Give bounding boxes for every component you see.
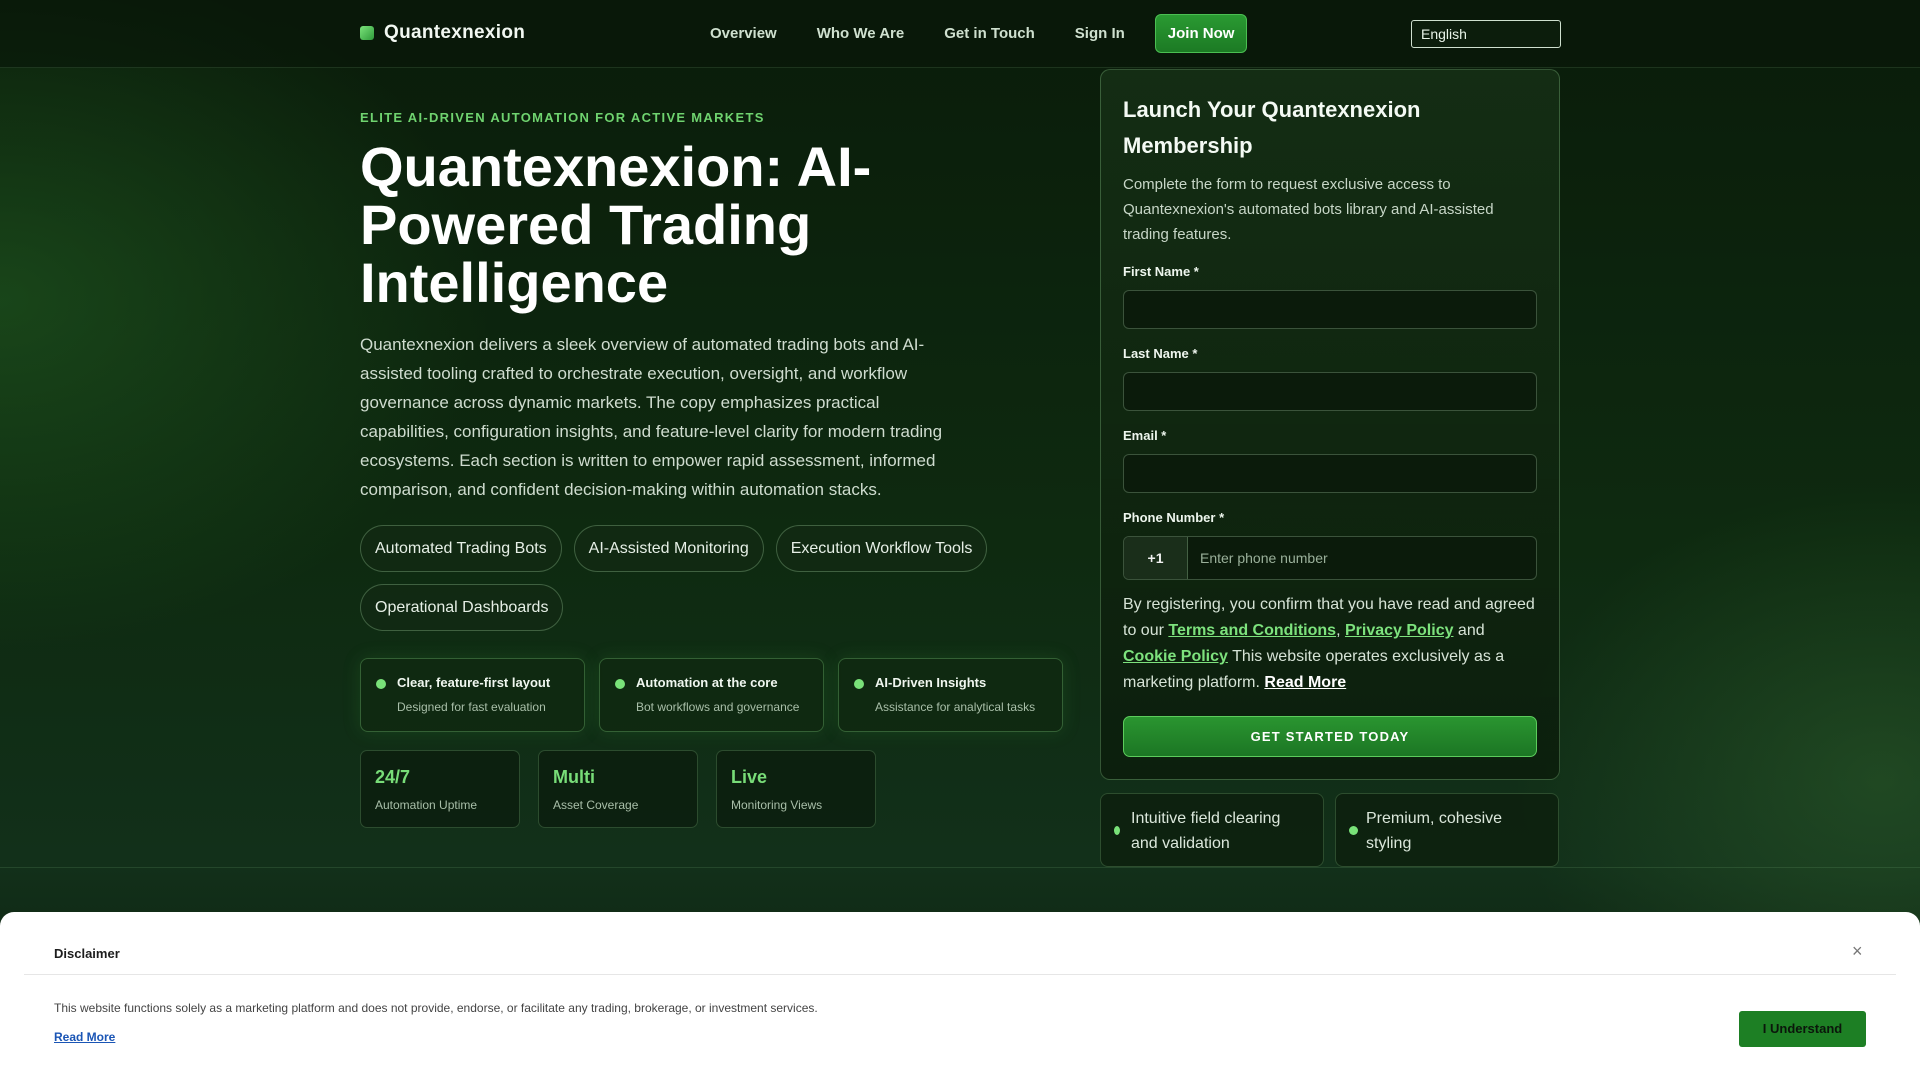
get-started-button[interactable]: GET STARTED TODAY <box>1123 716 1537 757</box>
tag-operational-dashboards[interactable]: Operational Dashboards <box>360 584 564 631</box>
phone-input[interactable] <box>1188 537 1536 579</box>
stat-card: Live Monitoring Views <box>716 750 876 828</box>
hero-description: Quantexnexion delivers a sleek overview … <box>360 335 943 499</box>
highlight-text: Intuitive field clearing and validation <box>1131 810 1281 852</box>
terms-link[interactable]: Terms and Conditions <box>1168 622 1336 639</box>
disclaimer-divider <box>24 974 1896 975</box>
disclaimer-banner: Disclaimer × This website functions sole… <box>0 912 1920 1080</box>
read-more-link[interactable]: Read More <box>1264 674 1346 691</box>
form-highlights: Intuitive field clearing and validation … <box>1100 793 1559 867</box>
highlight-text: Premium, cohesive styling <box>1366 810 1503 852</box>
privacy-link[interactable]: Privacy Policy <box>1345 622 1454 639</box>
brand-mark-icon <box>360 26 374 40</box>
consent-comma: , <box>1336 622 1345 639</box>
highlight-card: Intuitive field clearing and validation <box>1100 793 1324 867</box>
phone-label: Phone Number * <box>1123 510 1225 525</box>
feature-subtitle: Assistance for analytical tasks <box>875 700 1036 714</box>
form-title: Launch Your Quantexnexion Membership <box>1123 97 1421 158</box>
phone-field: +1 <box>1123 536 1537 580</box>
bullet-dot-icon <box>376 679 386 689</box>
language-select[interactable]: English <box>1411 20 1561 48</box>
disclaimer-text: This website functions solely as a marke… <box>54 1001 818 1015</box>
form-subtitle: Complete the form to request exclusive a… <box>1123 176 1494 243</box>
stat-value: Live <box>731 767 768 787</box>
bullet-dot-icon <box>1114 826 1120 835</box>
last-name-label: Last Name * <box>1123 346 1198 361</box>
bullet-dot-icon <box>615 679 625 689</box>
stat-label: Automation Uptime <box>375 798 478 812</box>
feature-cards: Clear, feature-first layout Designed for… <box>360 658 1063 732</box>
hero-eyebrow: ELITE AI-DRIVEN AUTOMATION FOR ACTIVE MA… <box>360 110 765 125</box>
brand-name: Quantexnexion <box>384 22 526 43</box>
feature-subtitle: Designed for fast evaluation <box>397 700 546 714</box>
first-name-input[interactable] <box>1123 290 1537 329</box>
membership-form-card: Launch Your Quantexnexion Membership Com… <box>1100 69 1560 780</box>
join-now-button[interactable]: Join Now <box>1154 14 1248 53</box>
top-header: Quantexnexion Overview Who We Are Get in… <box>0 0 1920 68</box>
feature-card: AI-Driven Insights Assistance for analyt… <box>838 658 1063 732</box>
last-name-input[interactable] <box>1123 372 1537 411</box>
feature-card: Clear, feature-first layout Designed for… <box>360 658 585 732</box>
stat-value: Multi <box>553 767 595 787</box>
main-nav: Overview Who We Are Get in Touch Sign In… <box>690 14 1248 53</box>
bullet-dot-icon <box>854 679 864 689</box>
feature-title: AI-Driven Insights <box>875 675 987 690</box>
feature-card: Automation at the core Bot workflows and… <box>599 658 824 732</box>
stat-value: 24/7 <box>375 767 411 787</box>
hero-title: Quantexnexion: AI-Powered Trading Intell… <box>360 135 872 314</box>
nav-get-in-touch[interactable]: Get in Touch <box>944 25 1035 42</box>
consent-and: and <box>1453 622 1485 639</box>
i-understand-button[interactable]: I Understand <box>1739 1011 1866 1047</box>
section-divider <box>0 867 1920 868</box>
tag-automated-trading-bots[interactable]: Automated Trading Bots <box>360 525 562 572</box>
bullet-dot-icon <box>1349 826 1358 835</box>
stat-label: Monitoring Views <box>731 798 823 812</box>
brand-logo[interactable]: Quantexnexion <box>360 22 525 44</box>
capability-tags: Automated Trading Bots AI-Assisted Monit… <box>360 525 1000 631</box>
close-icon[interactable]: × <box>1852 941 1863 962</box>
disclaimer-title: Disclaimer <box>54 946 120 961</box>
stat-label: Asset Coverage <box>553 798 639 812</box>
email-input[interactable] <box>1123 454 1537 493</box>
stat-card: 24/7 Automation Uptime <box>360 750 520 828</box>
stat-cards: 24/7 Automation Uptime Multi Asset Cover… <box>360 750 876 828</box>
nav-sign-in[interactable]: Sign In <box>1075 25 1125 42</box>
stat-card: Multi Asset Coverage <box>538 750 698 828</box>
first-name-label: First Name * <box>1123 264 1199 279</box>
feature-subtitle: Bot workflows and governance <box>636 700 800 714</box>
consent-text: By registering, you confirm that you hav… <box>1123 592 1537 696</box>
tag-execution-workflow-tools[interactable]: Execution Workflow Tools <box>775 525 988 572</box>
nav-overview[interactable]: Overview <box>710 25 777 42</box>
disclaimer-read-more-link[interactable]: Read More <box>54 1030 115 1044</box>
highlight-card: Premium, cohesive styling <box>1335 793 1559 867</box>
feature-title: Automation at the core <box>636 675 778 690</box>
phone-country-code[interactable]: +1 <box>1124 537 1188 579</box>
cookie-link[interactable]: Cookie Policy <box>1123 648 1228 665</box>
tag-ai-assisted-monitoring[interactable]: AI-Assisted Monitoring <box>573 525 764 572</box>
feature-title: Clear, feature-first layout <box>397 675 551 690</box>
email-label: Email * <box>1123 428 1167 443</box>
nav-who-we-are[interactable]: Who We Are <box>817 25 905 42</box>
